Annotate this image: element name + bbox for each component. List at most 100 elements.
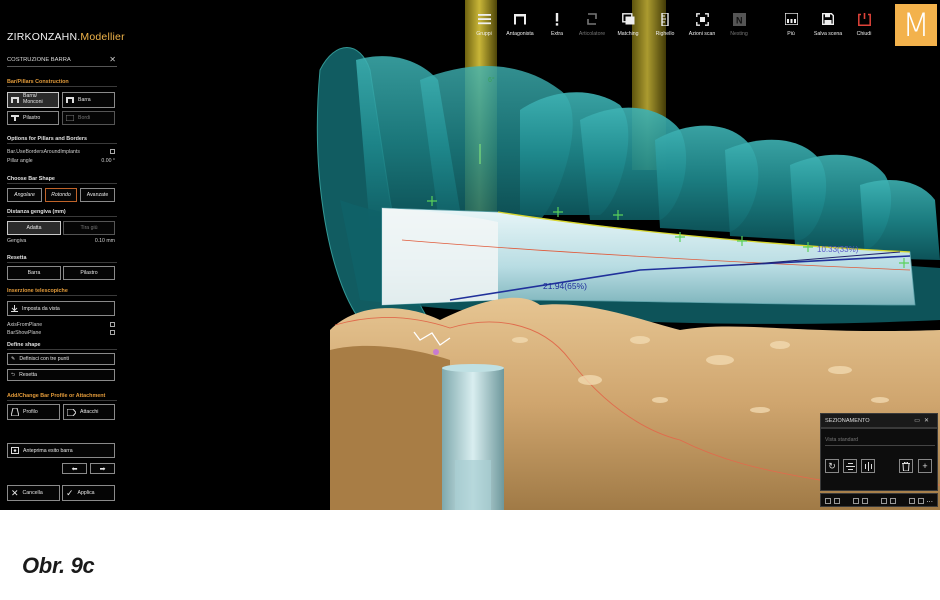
toolbar-piu[interactable]: Più [773, 10, 809, 37]
rotate-section-button[interactable]: ↻ [825, 459, 839, 473]
add-section-button[interactable]: + [918, 459, 932, 473]
pilastro-button[interactable]: Pilastro [7, 111, 59, 125]
bordi-button[interactable]: Bordi [62, 111, 115, 125]
section-reset: Resetta [7, 255, 117, 263]
shape-rotondo-button[interactable]: Rotondo [45, 188, 77, 202]
measure-label-1: 21.94(65%) [543, 281, 587, 291]
borders-icon [66, 115, 74, 121]
delete-section-button[interactable] [899, 459, 913, 473]
plus-icon: + [922, 461, 928, 471]
profile-icon [11, 408, 19, 416]
sectioning-title: SEZIONAMENTO [825, 418, 870, 424]
matching-icon [610, 10, 646, 28]
adatta-button[interactable]: Adatta [7, 221, 61, 235]
save-icon [810, 10, 846, 28]
profilo-button[interactable]: Profilo [7, 404, 60, 420]
undo-icon: ⮌ [11, 371, 16, 378]
bar-show-plane-checkbox[interactable] [110, 330, 115, 335]
barra-button[interactable]: Barra [62, 92, 115, 108]
pencil-icon: ✎ [11, 356, 16, 362]
layer-toggle-5[interactable] [881, 498, 887, 504]
layer-toggle-4[interactable] [862, 498, 868, 504]
close-icon[interactable]: ✕ [924, 418, 933, 424]
modellier-logo: M [895, 4, 937, 46]
close-x-icon: ✕ [11, 487, 19, 498]
layer-toggle-7[interactable] [909, 498, 915, 504]
horizontal-section-button[interactable] [843, 459, 857, 473]
bar-abutment-icon [11, 97, 19, 103]
undo-button[interactable]: ⬅ [62, 463, 87, 474]
horizontal-cut-icon [845, 462, 855, 470]
attacchi-button[interactable]: Attacchi [63, 404, 115, 420]
insertion-axis-icon [11, 305, 18, 312]
pillar-angle-row: Pillar angle 0.00 ° [7, 158, 115, 164]
toolbar-chiudi[interactable]: Chiudi [846, 10, 882, 37]
gengiva-row: Gengiva 0.10 mm [7, 238, 115, 244]
section-options: Options for Pillars and Borders [7, 136, 117, 144]
definisci-tre-punti-button[interactable]: ✎ Definisci con tre punti [7, 353, 115, 365]
cancella-button[interactable]: ✕ Cancella [7, 485, 60, 501]
layer-toggle-3[interactable] [853, 498, 859, 504]
pillar-icon [11, 115, 19, 121]
more-options-icon[interactable]: ... [926, 495, 933, 504]
barra-monconi-button[interactable]: Barra/ Monconi [7, 92, 59, 108]
preview-icon [11, 447, 19, 454]
use-borders-checkbox[interactable] [110, 149, 115, 154]
ruler-icon [647, 10, 683, 28]
gengiva-value[interactable]: 0.10 mm [95, 238, 115, 244]
toolbar-azioni-scan[interactable]: Azioni scan [684, 10, 720, 37]
panel-header: COSTRUZIONE BARRA ✕ [7, 55, 117, 67]
more-icon [773, 10, 809, 28]
layer-toggle-2[interactable] [834, 498, 840, 504]
angle-label: 6° [488, 76, 495, 84]
dental-model-scene[interactable]: 6° 21.94(65%) 10.33(33%) [120, 0, 940, 510]
resetta-button[interactable]: ⮌ Resetta [7, 369, 115, 381]
section-telescopic: Inserzione telescopiche [7, 288, 117, 296]
shape-angolare-button[interactable]: Angolare [7, 188, 42, 202]
section-bar-pillars: Bar/Pillars Construction [7, 79, 117, 87]
panel-title: COSTRUZIONE BARRA [7, 57, 71, 63]
pillar-angle-value[interactable]: 0.00 ° [101, 158, 115, 164]
section-profile: Add/Change Bar Profile or Attachment [7, 393, 117, 401]
exclamation-icon [539, 10, 575, 28]
toolbar-gruppi[interactable]: Gruppi [466, 10, 502, 37]
check-icon: ✓ [66, 487, 74, 498]
reset-barra-button[interactable]: Barra [7, 266, 61, 280]
sectioning-body: Vista standard ↻ + [820, 428, 938, 491]
toolbar-matching[interactable]: Matching [610, 10, 646, 37]
menu-icon [466, 10, 502, 28]
tira-giu-button[interactable]: Tira giù [63, 221, 115, 235]
layer-toggle-6[interactable] [890, 498, 896, 504]
sectioning-header: SEZIONAMENTO ▭✕ [820, 413, 938, 428]
imposta-da-vista-button[interactable]: Imposta da vista [7, 301, 115, 316]
close-icon[interactable]: ✕ [109, 55, 116, 64]
figure-caption: Obr. 9c [22, 553, 95, 578]
axis-from-plane-checkbox[interactable] [110, 322, 115, 327]
layer-toggle-1[interactable] [825, 498, 831, 504]
section-define-shape: Define shape [7, 342, 117, 350]
vertical-section-button[interactable] [861, 459, 875, 473]
sectioning-panel: SEZIONAMENTO ▭✕ Vista standard ↻ + ... [820, 413, 938, 507]
redo-button[interactable]: ➡ [90, 463, 115, 474]
reset-pilastro-button[interactable]: Pilastro [63, 266, 115, 280]
toolbar-nesting[interactable]: N Nesting [721, 10, 757, 37]
sectioning-footer: ... [820, 493, 938, 507]
layer-toggle-8[interactable] [918, 498, 924, 504]
scan-actions-icon [684, 10, 720, 28]
attachment-icon [67, 408, 76, 416]
toolbar-salva-scena[interactable]: Salva scena [810, 10, 846, 37]
3d-viewport[interactable]: 6° 21.94(65%) 10.33(33%) [120, 0, 940, 510]
toolbar-articolatore[interactable]: Articolatore [574, 10, 610, 37]
applica-button[interactable]: ✓ Applica [62, 485, 115, 501]
shape-avanzate-button[interactable]: Avanzate [80, 188, 115, 202]
app-brand: ZIRKONZAHN.Modellier [7, 31, 125, 43]
toolbar-extra[interactable]: Extra [539, 10, 575, 37]
anteprima-esito-barra-button[interactable]: Anteprima esito barra [7, 443, 115, 458]
nesting-icon: N [721, 10, 757, 28]
axis-from-plane-row: AxisFromPlane [7, 322, 117, 328]
maximize-icon[interactable]: ▭ [914, 418, 924, 424]
bar-construction-panel: ZIRKONZAHN.Modellier COSTRUZIONE BARRA ✕… [0, 0, 125, 510]
toolbar-righello[interactable]: Righello [647, 10, 683, 37]
toolbar-antagonista[interactable]: Antagonista [502, 10, 538, 37]
view-select[interactable]: Vista standard [825, 437, 935, 446]
